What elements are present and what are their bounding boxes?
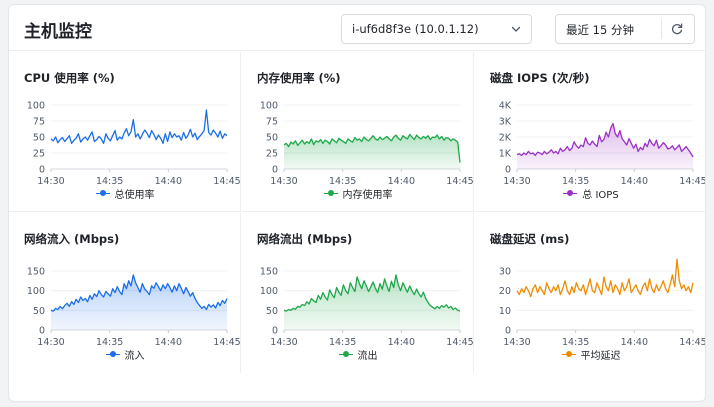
y-tick-label: 100 <box>260 286 278 297</box>
legend-label: 总 IOPS <box>582 189 619 201</box>
legend-label: 内存使用率 <box>342 189 393 201</box>
time-range-value: 最近 15 分钟 <box>566 23 634 37</box>
legend-swatch <box>338 350 353 358</box>
y-tick-label: 50 <box>266 133 278 144</box>
instance-select-value: i-uf6d8f3e (10.0.1.12) <box>352 22 479 36</box>
chart-legend[interactable]: 流入 <box>9 347 241 362</box>
page-title: 主机监控 <box>24 22 92 42</box>
chart-legend[interactable]: 总 IOPS <box>475 186 705 201</box>
y-tick-label: 10 <box>499 306 511 317</box>
y-tick-label: 100 <box>27 101 45 112</box>
chart-panel-net-out: 网络流出 (Mbps) 0 50 100 150 14:30 14:35 14:40 14:4… <box>242 213 474 373</box>
y-tick-label: 0 <box>272 326 278 337</box>
time-range-divider <box>661 19 662 39</box>
y-tick-label: 25 <box>33 149 45 160</box>
legend-label: 流入 <box>124 350 145 362</box>
legend-swatch <box>105 350 120 358</box>
y-tick-label: 50 <box>33 133 45 144</box>
y-tick-label: 30 <box>499 267 511 278</box>
y-tick-label: 50 <box>266 306 278 317</box>
legend-swatch <box>95 189 110 197</box>
legend-label: 流出 <box>357 350 378 362</box>
y-tick-label: 25 <box>266 149 278 160</box>
chart-legend[interactable]: 流出 <box>242 347 474 362</box>
chart-legend[interactable]: 平均延迟 <box>475 347 705 362</box>
chart-panel-net-in: 网络流入 (Mbps) 0 50 100 150 14:30 14:35 14:40 14:4… <box>9 213 241 373</box>
legend-label: 平均延迟 <box>580 350 621 362</box>
y-tick-label: 75 <box>266 117 278 128</box>
legend-swatch <box>323 189 338 197</box>
legend-swatch <box>563 189 578 197</box>
y-tick-label: 75 <box>33 117 45 128</box>
series-area <box>51 274 227 330</box>
y-tick-label: 2K <box>499 133 512 144</box>
y-tick-label: 4K <box>499 101 512 112</box>
refresh-icon[interactable] <box>670 22 684 36</box>
y-tick-label: 0 <box>39 326 45 337</box>
instance-select[interactable]: i-uf6d8f3e (10.0.1.12) <box>341 14 532 44</box>
chart-panel-memory: 内存使用率 (%) 0 25 50 75 100 14:30 14:35 14:40 14:45… <box>242 52 474 212</box>
monitor-frame: 主机监控 i-uf6d8f3e (10.0.1.12) 最近 15 分钟 CPU… <box>8 4 706 402</box>
legend-swatch <box>561 350 576 358</box>
y-tick-label: 0 <box>39 165 45 176</box>
series-line <box>50 109 228 145</box>
y-tick-label: 0 <box>505 165 511 176</box>
chart-panel-disk-iops: 磁盘 IOPS (次/秒) 0 1K 2K 3K 4K 14:30 14:35 14:40 14… <box>475 52 705 212</box>
chart-legend[interactable]: 总使用率 <box>9 186 241 201</box>
chart-panel-disk-latency: 磁盘延迟 (ms) 0 10 20 30 14:30 14:35 14:40 14:45 平均… <box>475 213 705 373</box>
chart-panel-cpu: CPU 使用率 (%) 0 25 50 75 100 14:30 14:35 14:40 14:… <box>9 52 241 212</box>
time-range-select[interactable]: 最近 15 分钟 <box>555 14 695 44</box>
header: 主机监控 i-uf6d8f3e (10.0.1.12) 最近 15 分钟 <box>9 5 705 51</box>
y-tick-label: 3K <box>499 117 512 128</box>
y-tick-label: 150 <box>260 267 278 278</box>
legend-label: 总使用率 <box>114 189 155 201</box>
chart-legend[interactable]: 内存使用率 <box>242 186 474 201</box>
y-tick-label: 20 <box>499 286 511 297</box>
y-tick-label: 100 <box>27 286 45 297</box>
y-tick-label: 0 <box>505 326 511 337</box>
y-tick-label: 1K <box>499 149 512 160</box>
y-tick-label: 150 <box>27 267 45 278</box>
chevron-down-icon <box>511 26 521 32</box>
y-tick-label: 50 <box>33 306 45 317</box>
y-tick-label: 100 <box>260 101 278 112</box>
y-tick-label: 0 <box>272 165 278 176</box>
